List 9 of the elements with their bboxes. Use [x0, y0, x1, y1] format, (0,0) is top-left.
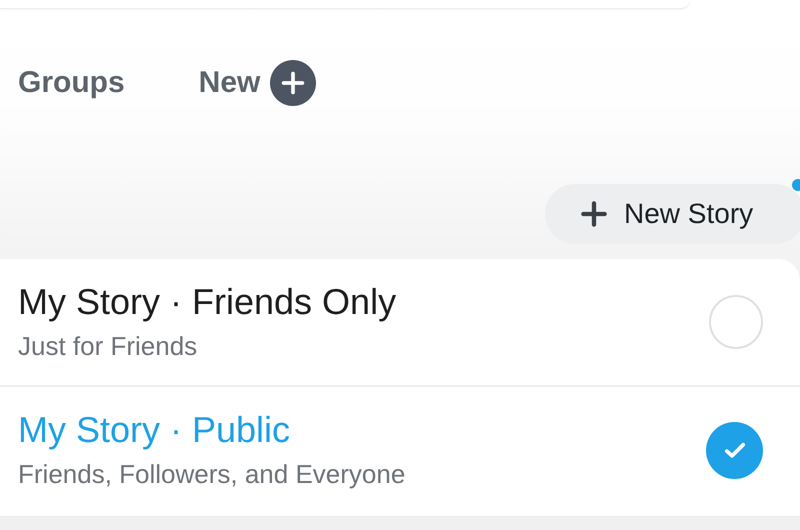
new-story-button[interactable]: New Story	[545, 184, 800, 244]
story-subtitle: Friends, Followers, and Everyone	[18, 458, 406, 491]
story-subtitle: Just for Friends	[18, 330, 198, 363]
add-icon[interactable]	[270, 60, 316, 106]
story-title: My Story · Friends Only	[18, 280, 396, 324]
tab[interactable]: New	[198, 63, 260, 103]
tab[interactable]: Groups	[18, 63, 125, 103]
radio-button[interactable]	[709, 295, 763, 349]
story-title: My Story · Public	[18, 408, 292, 452]
